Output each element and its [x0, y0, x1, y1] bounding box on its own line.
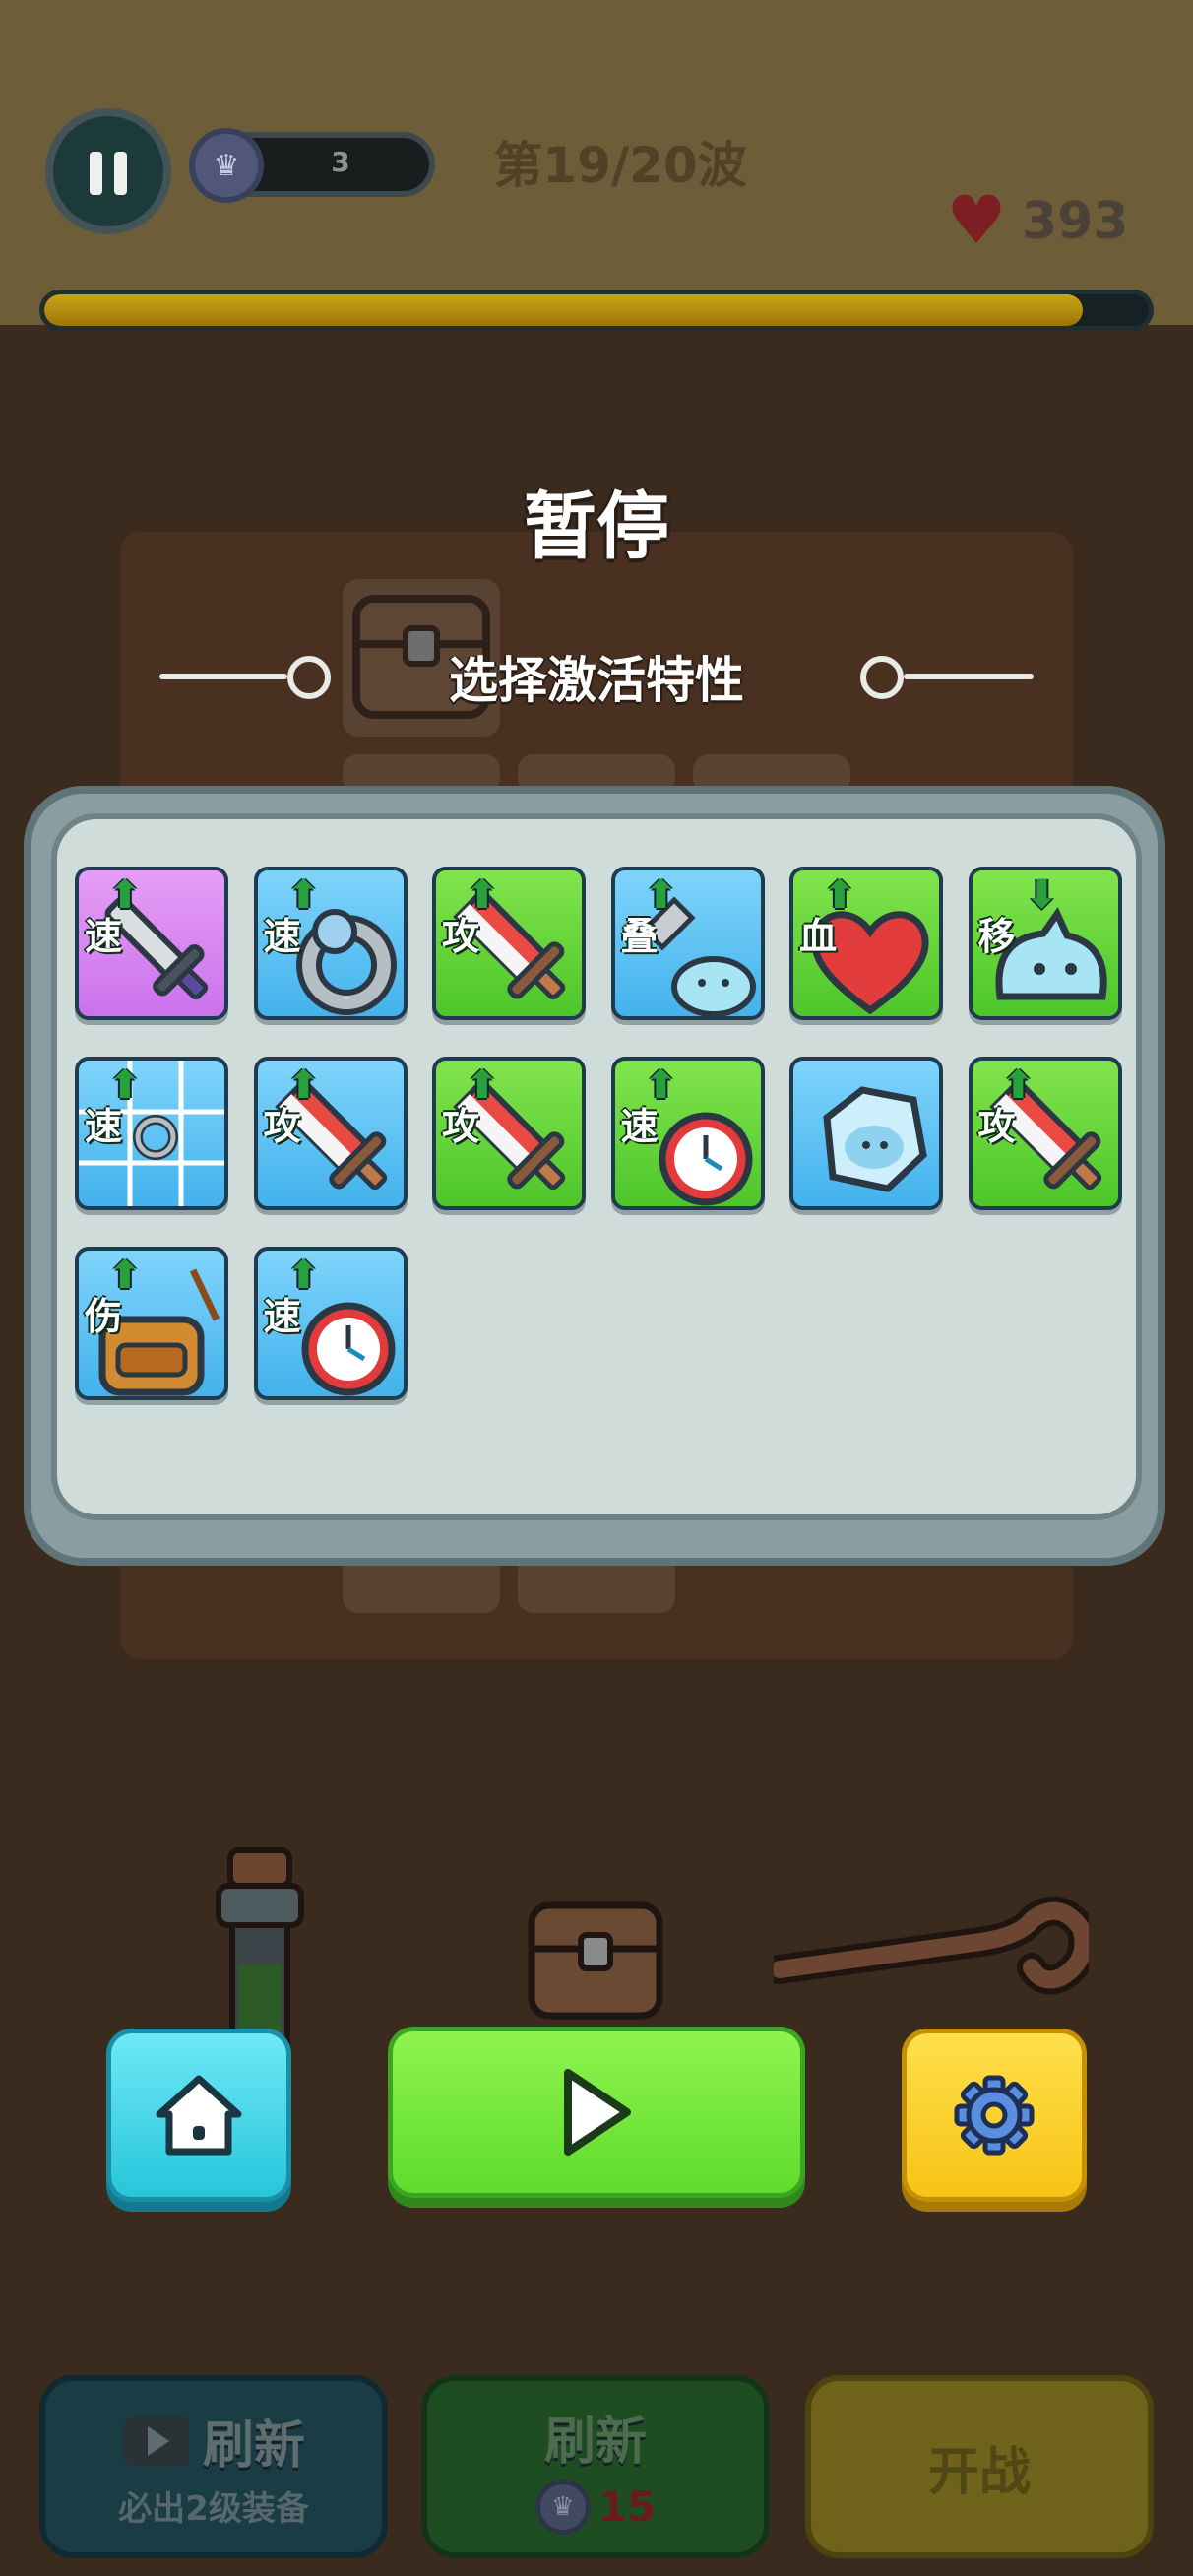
- trait-card[interactable]: ⬆ 伤: [75, 1247, 228, 1400]
- trait-label: 攻: [977, 1105, 1016, 1148]
- trait-label: 攻: [442, 1105, 480, 1148]
- trait-label: 速: [85, 1105, 123, 1148]
- trait-card[interactable]: ⬆ 速: [75, 1057, 228, 1210]
- arrow-down-icon: ⬇: [1025, 872, 1059, 918]
- trait-card[interactable]: ⬆ 攻: [253, 1057, 408, 1210]
- home-button[interactable]: [106, 2029, 291, 2202]
- divider-right: [904, 674, 1034, 679]
- divider-left: [159, 674, 287, 679]
- crown-gem-icon: ♛: [189, 128, 264, 203]
- pause-button[interactable]: [45, 108, 171, 234]
- heart-icon: ♥: [946, 182, 1007, 260]
- swirl-ornament-right: [860, 656, 904, 699]
- wooden-staff-icon: [774, 1896, 1089, 1995]
- hp-value: 393: [1022, 192, 1129, 251]
- trait-card[interactable]: ⬆ 速: [253, 867, 408, 1020]
- refresh-label: 刷新: [543, 2412, 647, 2472]
- trait-card[interactable]: ⬆ 速: [253, 1247, 408, 1400]
- trait-label: 速: [85, 915, 123, 958]
- trait-card[interactable]: ⬆ 速: [75, 867, 228, 1020]
- ad-refresh-sub: 必出2级装备: [118, 2489, 309, 2529]
- play-icon: [564, 2069, 631, 2156]
- pause-subtitle: 选择激活特性: [449, 652, 744, 709]
- wave-progress-bar: [39, 290, 1154, 331]
- ad-refresh-label: 刷新: [202, 2416, 305, 2476]
- trait-card[interactable]: ⬆ 攻: [968, 1057, 1122, 1210]
- potion-bottle-icon: [216, 1847, 304, 2053]
- home-icon: [156, 2075, 242, 2156]
- trait-card[interactable]: ⬇ 移: [968, 867, 1122, 1020]
- trait-label: 速: [620, 1105, 659, 1148]
- trait-card[interactable]: ⬆ 攻: [432, 867, 586, 1020]
- start-battle-label: 开战: [927, 2442, 1031, 2502]
- player-level: 3: [331, 146, 350, 178]
- trait-label: 移: [977, 915, 1016, 958]
- wave-progress-fill: [44, 294, 1083, 326]
- trait-label: 血: [799, 915, 838, 958]
- resume-button[interactable]: [388, 2027, 805, 2198]
- trait-label: 伤: [85, 1295, 123, 1338]
- start-battle-button[interactable]: 开战: [805, 2375, 1154, 2558]
- settings-button[interactable]: [902, 2029, 1087, 2202]
- trait-card[interactable]: ⬆ 叠: [610, 867, 765, 1020]
- swirl-ornament-left: [287, 656, 331, 699]
- refresh-cost: 15: [597, 2482, 657, 2531]
- trait-label: 攻: [442, 915, 480, 958]
- treasure-chest-icon: [528, 1901, 663, 2020]
- ad-refresh-button[interactable]: 刷新 必出2级装备: [39, 2375, 388, 2558]
- crown-gem-icon: ♛: [534, 2479, 591, 2535]
- trait-card[interactable]: ⬆ 速: [610, 1057, 765, 1210]
- trait-label: 速: [263, 915, 301, 958]
- trait-card[interactable]: ⬆ 血: [789, 867, 943, 1020]
- trait-label: 攻: [263, 1105, 301, 1148]
- video-ad-icon: [123, 2415, 189, 2466]
- trait-label: 速: [263, 1295, 301, 1338]
- trait-card[interactable]: [789, 1057, 943, 1210]
- trait-card[interactable]: ⬆ 攻: [432, 1057, 586, 1210]
- refresh-button[interactable]: 刷新 ♛ 15: [421, 2375, 770, 2558]
- trait-label: 叠: [620, 915, 659, 958]
- ice-slime-icon: [823, 1086, 927, 1192]
- gear-icon: [954, 2075, 1035, 2156]
- wave-counter: 第19/20波: [493, 137, 747, 194]
- pause-title: 暂停: [524, 484, 669, 569]
